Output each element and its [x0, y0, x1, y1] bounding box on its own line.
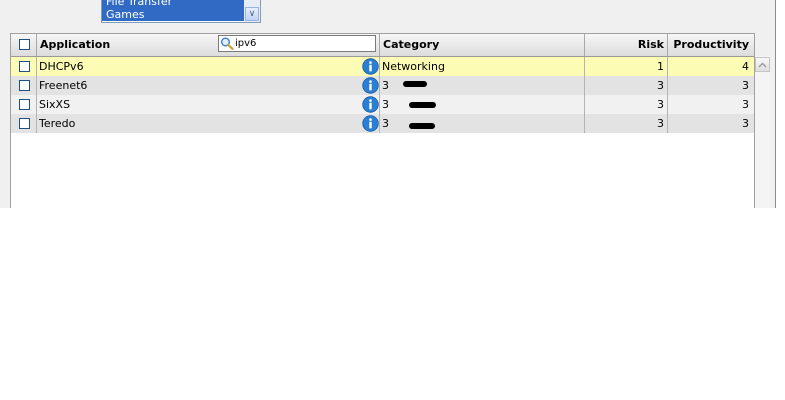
column-divider — [379, 57, 380, 76]
chevron-down-icon: ∨ — [248, 9, 256, 19]
redacted-text — [403, 81, 427, 87]
chevron-up-icon — [758, 62, 767, 67]
row-checkbox[interactable] — [19, 61, 30, 72]
row-checkbox[interactable] — [19, 99, 30, 110]
risk-value: 3 — [657, 117, 664, 130]
category-option[interactable]: File Transfer — [102, 0, 247, 8]
category-option[interactable]: Games — [102, 8, 247, 21]
table-row[interactable]: SixXS 3 3 3 — [11, 95, 754, 114]
category-value: Networking — [382, 60, 445, 73]
grid-vertical-scrollbar[interactable] — [755, 56, 770, 208]
scroll-up-button[interactable] — [755, 57, 770, 72]
column-header-category[interactable]: Category — [383, 34, 439, 56]
column-divider — [36, 76, 37, 95]
application-name: DHCPv6 — [39, 60, 84, 73]
select-all-checkbox[interactable] — [19, 39, 30, 50]
column-divider — [379, 95, 380, 114]
risk-value: 3 — [657, 79, 664, 92]
risk-value: 3 — [657, 98, 664, 111]
column-header-productivity[interactable]: Productivity — [668, 34, 749, 56]
productivity-value: 4 — [742, 60, 749, 73]
magnifier-icon — [221, 37, 234, 50]
column-divider — [36, 114, 37, 133]
search-input[interactable] — [235, 36, 373, 51]
application-search[interactable] — [218, 35, 376, 52]
info-icon[interactable] — [362, 77, 379, 94]
row-checkbox[interactable] — [19, 80, 30, 91]
column-header-application[interactable]: Application — [40, 34, 110, 56]
info-icon[interactable] — [362, 115, 379, 132]
application-grid: Application Category Risk Productivity D… — [10, 33, 755, 208]
application-name: SixXS — [39, 98, 71, 111]
application-name: Freenet6 — [39, 79, 88, 92]
risk-value: 1 — [657, 60, 664, 73]
column-divider — [379, 34, 380, 56]
column-divider — [36, 34, 37, 56]
row-checkbox[interactable] — [19, 118, 30, 129]
category-value: 3 — [382, 79, 389, 92]
column-divider — [379, 76, 380, 95]
grid-header: Application Category Risk Productivity — [11, 34, 754, 57]
productivity-value: 3 — [742, 98, 749, 111]
column-divider — [379, 114, 380, 133]
category-value: 3 — [382, 98, 389, 111]
scroll-down-button[interactable]: ∨ — [245, 7, 259, 21]
redacted-text — [409, 102, 436, 108]
category-value: 3 — [382, 117, 389, 130]
table-row[interactable]: Teredo 3 3 3 — [11, 114, 754, 133]
info-icon[interactable] — [362, 96, 379, 113]
app-filter-panel: File Transfer Games ∨ Application Catego… — [0, 0, 776, 208]
info-icon[interactable] — [362, 58, 379, 75]
column-header-risk[interactable]: Risk — [585, 34, 664, 56]
column-divider — [36, 57, 37, 76]
application-name: Teredo — [39, 117, 76, 130]
table-row[interactable]: DHCPv6 Networking 1 4 — [11, 57, 754, 76]
category-listbox[interactable]: File Transfer Games ∨ — [101, 0, 261, 23]
redacted-text — [409, 123, 435, 129]
table-row[interactable]: Freenet6 3 3 3 — [11, 76, 754, 95]
grid-body: DHCPv6 Networking 1 4 Freenet6 3 3 3 Six… — [11, 57, 754, 133]
column-divider — [36, 95, 37, 114]
category-listbox-scrollbar[interactable]: ∨ — [244, 0, 260, 22]
productivity-value: 3 — [742, 79, 749, 92]
productivity-value: 3 — [742, 117, 749, 130]
